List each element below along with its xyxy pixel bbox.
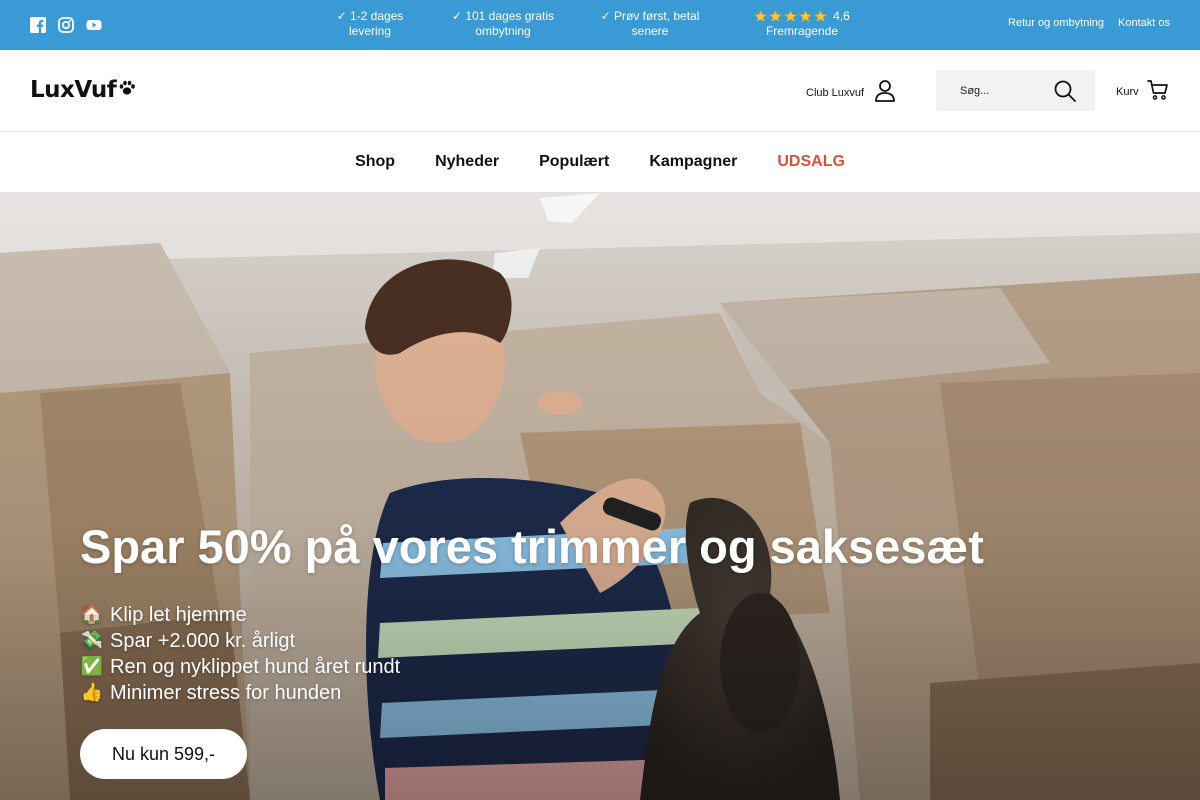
returns-link[interactable]: Retur og ombytning [1008, 17, 1104, 29]
cart-icon [1146, 79, 1169, 104]
site-header: LuxVuf Club Luxvuf Kurv [0, 50, 1200, 132]
nav-item-nyheder[interactable]: Nyheder [435, 153, 499, 171]
search-icon[interactable] [1053, 79, 1077, 103]
contact-link[interactable]: Kontakt os [1118, 17, 1170, 29]
benefit-item: 👍 Minimer stress for hunden [80, 680, 984, 706]
usp-line: ✓ Prøv først, betal [600, 9, 700, 23]
benefit-item: 💸 Spar +2.000 kr. årligt [80, 628, 984, 654]
hero-benefits: 🏠 Klip let hjemme 💸 Spar +2.000 kr. årli… [80, 602, 984, 706]
benefit-text: Spar +2.000 kr. årligt [110, 630, 296, 652]
usp-line: ✓ 101 dages gratis [451, 9, 555, 23]
usp-line: senere [631, 24, 669, 38]
social-links [30, 17, 102, 33]
facebook-icon[interactable] [30, 17, 46, 33]
search-input[interactable] [936, 70, 1046, 111]
benefit-text: Minimer stress for hunden [110, 682, 342, 704]
usp-line: ombytning [475, 24, 531, 38]
nav-item-udsalg[interactable]: UDSALG [777, 153, 845, 171]
instagram-icon[interactable] [58, 17, 74, 33]
usp-line: ✓ 1-2 dages [336, 9, 404, 23]
nav-item-kampagner[interactable]: Kampagner [649, 153, 737, 171]
house-icon: 🏠 [80, 604, 104, 625]
nav-item-populaert[interactable]: Populært [539, 153, 609, 171]
thumbs-up-icon: 👍 [80, 682, 104, 703]
usp-delivery: ✓ 1-2 dages levering [330, 9, 410, 39]
rating-score: 4,6 [833, 9, 850, 23]
main-nav: Shop Nyheder Populært Kampagner UDSALG [0, 132, 1200, 193]
rating-badge: 4,6 Fremragende [750, 9, 854, 39]
usp-exchange: ✓ 101 dages gratis ombytning [443, 9, 563, 39]
topbar-links: Retur og ombytning Kontakt os [1008, 17, 1170, 29]
benefit-item: ✅ Ren og nyklippet hund året rundt [80, 654, 984, 680]
logo[interactable]: LuxVuf [30, 77, 136, 103]
star-rating-icon [754, 10, 828, 23]
youtube-icon[interactable] [86, 17, 102, 33]
paw-icon [118, 79, 136, 102]
cta-button[interactable]: Nu kun 599,- [80, 729, 247, 779]
club-label: Club Luxvuf [806, 86, 865, 99]
usp-pay-later: ✓ Prøv først, betal senere [590, 9, 710, 39]
announcement-bar: ✓ 1-2 dages levering ✓ 101 dages gratis … [0, 0, 1200, 50]
hero-image [0, 193, 1200, 800]
hero-title: Spar 50% på vores trimmer og saksesæt [80, 520, 984, 573]
cart-label: Kurv [1116, 85, 1139, 98]
club-link[interactable]: Club Luxvuf [806, 79, 896, 106]
search-box [936, 70, 1095, 111]
benefit-text: Klip let hjemme [110, 604, 247, 626]
logo-text: LuxVuf [30, 77, 117, 103]
cart-link[interactable]: Kurv [1116, 79, 1169, 104]
money-icon: 💸 [80, 630, 104, 651]
benefit-text: Ren og nyklippet hund året rundt [110, 656, 401, 678]
hero-content: Spar 50% på vores trimmer og saksesæt 🏠 … [80, 519, 984, 706]
nav-item-shop[interactable]: Shop [355, 153, 395, 171]
benefit-item: 🏠 Klip let hjemme [80, 602, 984, 628]
check-icon: ✅ [80, 656, 104, 677]
user-icon [874, 79, 896, 106]
usp-line: levering [348, 24, 392, 38]
rating-label: Fremragende [765, 24, 839, 38]
hero-banner: Spar 50% på vores trimmer og saksesæt 🏠 … [0, 193, 1200, 800]
